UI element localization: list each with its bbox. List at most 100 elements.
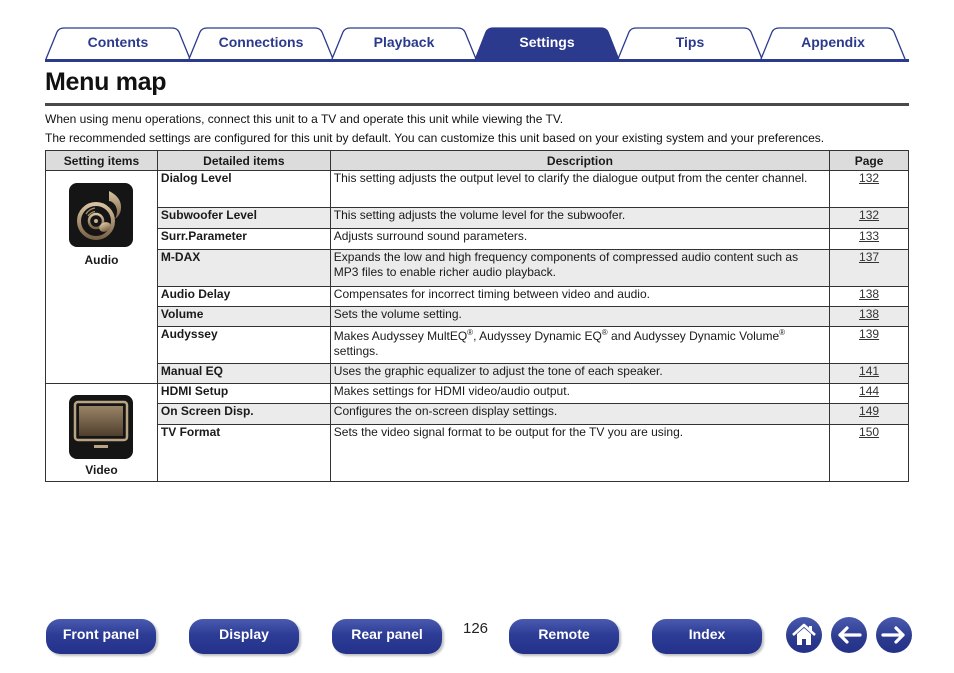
column-header: Setting items: [45, 150, 158, 171]
detailed-item: Surr.Parameter: [156, 228, 331, 250]
table-row: On Screen Disp. Configures the on-screen…: [46, 403, 909, 425]
table-row: Audio Dialog Level This setting adjusts …: [45, 170, 909, 384]
desc-text: and Audyssey Dynamic Volume: [607, 329, 780, 343]
category-video: Video: [45, 383, 158, 482]
page-cell: 132: [829, 207, 909, 229]
description: Uses the graphic equalizer to adjust the…: [329, 363, 831, 384]
display-button[interactable]: Display: [189, 619, 299, 654]
page-link[interactable]: 137: [859, 250, 879, 264]
description: Makes settings for HDMI video/audio outp…: [329, 383, 831, 404]
front-panel-button[interactable]: Front panel: [46, 619, 156, 654]
page-number: 126: [463, 620, 489, 637]
detailed-item: Manual EQ: [156, 363, 331, 384]
description: Makes Audyssey MultEQ ® , Audyssey Dynamic…: [329, 326, 831, 364]
table-row: Audio Delay Compensates for incorrect ti…: [46, 286, 909, 307]
desc-text: settings.: [333, 344, 379, 358]
back-arrow-icon: [838, 626, 862, 644]
detailed-item: Dialog Level: [156, 170, 331, 208]
title-divider: [45, 103, 909, 106]
back-button[interactable]: [831, 617, 867, 653]
detailed-item: Volume: [156, 306, 331, 327]
category-label: Video: [85, 463, 118, 477]
tab-label: Playback: [373, 34, 435, 50]
tab-label: Appendix: [801, 34, 865, 50]
description: Sets the video signal format to be outpu…: [329, 424, 831, 482]
desc-text: Makes Audyssey MultEQ: [333, 329, 468, 343]
detailed-item: TV Format: [156, 424, 331, 482]
intro-text: When using menu operations, connect this…: [45, 112, 564, 126]
page-cell: 132: [829, 170, 909, 208]
description: Sets the volume setting.: [329, 306, 831, 327]
page-cell: 139: [829, 326, 909, 364]
page-cell: 141: [829, 363, 909, 384]
tab-settings[interactable]: Settings: [474, 27, 620, 60]
page-cell: 149: [829, 403, 909, 425]
rear-panel-button[interactable]: Rear panel: [332, 619, 442, 654]
page-cell: 133: [829, 228, 909, 250]
column-header: Detailed items: [156, 150, 331, 171]
chapter-tabs: Contents Connections Playback Tips Appen…: [45, 27, 909, 61]
tv-monitor-icon: [69, 395, 134, 459]
table-row: Audyssey Makes Audyssey MultEQ ® , Audysse…: [46, 326, 909, 364]
detailed-item: HDMI Setup: [156, 383, 331, 404]
tab-label: Settings: [519, 34, 575, 50]
home-icon: [792, 623, 816, 645]
category-label: Audio: [84, 253, 119, 267]
table-row: Surr.Parameter Adjusts surround sound pa…: [46, 228, 909, 250]
detailed-item: Audio Delay: [156, 286, 331, 307]
tab-underline: [45, 59, 909, 62]
index-button[interactable]: Index: [652, 619, 762, 654]
table-row: TV Format Sets the video signal format t…: [46, 424, 909, 482]
table-row: Manual EQ Uses the graphic equalizer to …: [46, 363, 909, 384]
page-cell: 150: [829, 424, 909, 482]
page-link[interactable]: 141: [859, 364, 879, 378]
page-cell: 138: [829, 306, 909, 327]
detailed-item: Subwoofer Level: [156, 207, 331, 229]
tab-appendix[interactable]: Appendix: [760, 27, 906, 60]
table-row: Subwoofer Level This setting adjusts the…: [46, 207, 909, 229]
table-row: Volume Sets the volume setting. 138: [46, 306, 909, 327]
detailed-item: M-DAX: [156, 249, 331, 287]
page-cell: 137: [829, 249, 909, 287]
page-title: Menu map: [45, 68, 167, 96]
description: This setting adjusts the output level to…: [329, 170, 831, 208]
page-link[interactable]: 149: [859, 404, 879, 418]
intro-text: The recommended settings are configured …: [45, 131, 825, 145]
menu-map-table: Setting items Detailed items Description…: [45, 150, 909, 482]
tab-label: Tips: [675, 34, 705, 50]
forward-arrow-icon: [881, 626, 905, 644]
page-link[interactable]: 133: [859, 229, 879, 243]
page-link[interactable]: 132: [859, 171, 879, 185]
page-link[interactable]: 150: [859, 425, 879, 439]
tab-label: Contents: [87, 34, 149, 50]
page-link[interactable]: 132: [859, 208, 879, 222]
table-row: Video HDMI Setup Makes settings for HDMI…: [45, 383, 909, 482]
tab-playback[interactable]: Playback: [331, 27, 477, 60]
tab-connections[interactable]: Connections: [188, 27, 334, 60]
registered-mark: ®: [779, 328, 786, 337]
description: Expands the low and high frequency compo…: [329, 249, 831, 287]
home-button[interactable]: [786, 617, 822, 653]
page-cell: 144: [829, 383, 909, 404]
page-link[interactable]: 138: [859, 307, 879, 321]
forward-button[interactable]: [876, 617, 912, 653]
tab-contents[interactable]: Contents: [45, 27, 191, 60]
page-link[interactable]: 139: [859, 327, 879, 341]
page-link[interactable]: 138: [859, 287, 879, 301]
detailed-item: Audyssey: [156, 326, 331, 364]
description: Configures the on-screen display setting…: [329, 403, 831, 425]
category-audio: Audio: [45, 170, 158, 384]
description: Adjusts surround sound parameters.: [329, 228, 831, 250]
page-link[interactable]: 144: [859, 384, 879, 398]
table-header-row: Setting items Detailed items Description…: [45, 150, 909, 171]
description: This setting adjusts the volume level fo…: [329, 207, 831, 229]
detailed-item: On Screen Disp.: [156, 403, 331, 425]
description: Compensates for incorrect timing between…: [329, 286, 831, 307]
column-header: Description: [329, 150, 831, 171]
tab-label: Connections: [218, 34, 304, 50]
tab-tips[interactable]: Tips: [617, 27, 763, 60]
column-header: Page: [829, 150, 909, 171]
page-cell: 138: [829, 286, 909, 307]
desc-text: , Audyssey Dynamic EQ: [473, 329, 602, 343]
remote-button[interactable]: Remote: [509, 619, 619, 654]
